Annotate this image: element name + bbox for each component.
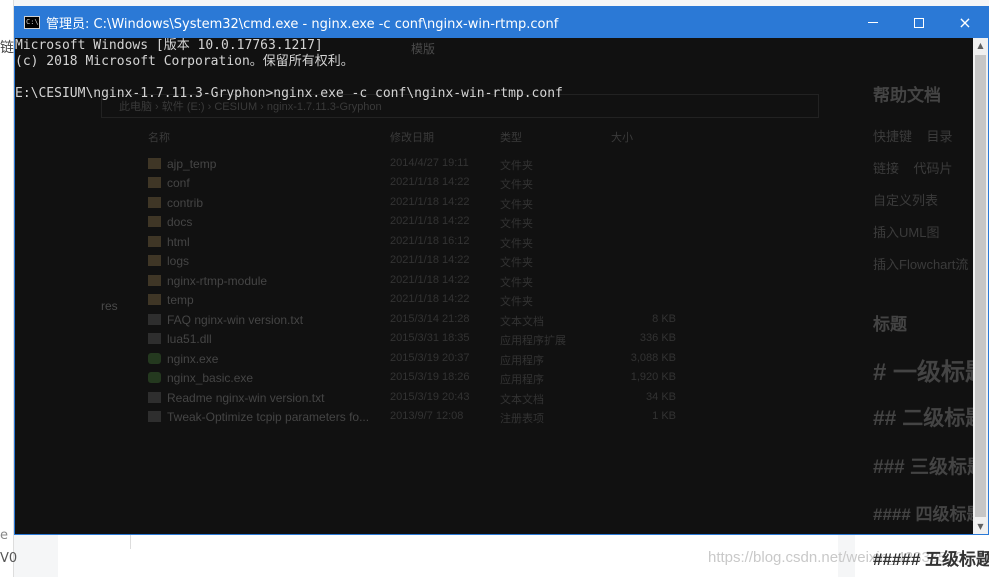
- scroll-up-arrow-icon[interactable]: ▲: [973, 38, 988, 53]
- ghost-help-section: 标题: [873, 315, 907, 334]
- scroll-down-arrow-icon[interactable]: ▼: [973, 519, 988, 534]
- close-button[interactable]: ×: [942, 7, 988, 38]
- ghost-file-row: conf 2021/1/18 14:22 文件夹: [148, 174, 678, 193]
- window-title: 管理员: C:\Windows\System32\cmd.exe - nginx…: [46, 17, 559, 32]
- ghost-heading: # 一级标题: [873, 359, 973, 386]
- ghost-file-row: contrib 2021/1/18 14:22 文件夹: [148, 194, 678, 213]
- background-left-char: e: [0, 528, 8, 543]
- ghost-file-row: Tweak-Optimize tcpip parameters fo... 201…: [148, 408, 678, 427]
- ghost-file-row: logs 2021/1/18 14:22 文件夹: [148, 252, 678, 271]
- ghost-heading: ## 二级标题: [873, 407, 973, 430]
- maximize-button[interactable]: [896, 7, 942, 38]
- background-heading-h5: ##### 五级标题: [873, 550, 989, 569]
- ghost-help-item: 自定义列表: [873, 193, 939, 208]
- console-line: Microsoft Windows [版本 10.0.17763.1217]: [15, 38, 323, 53]
- ghost-file-row: docs 2021/1/18 14:22 文件夹: [148, 213, 678, 232]
- background-divider: [130, 533, 131, 549]
- ghost-file-row: ajp_temp 2014/4/27 19:11 文件夹: [148, 155, 678, 174]
- ghost-sidebar-label: res: [101, 299, 118, 313]
- ghost-help-item: 插入UML图: [873, 225, 940, 240]
- ghost-file-row: nginx-rtmp-module 2021/1/18 14:22 文件夹: [148, 272, 678, 291]
- minimize-button[interactable]: [850, 7, 896, 38]
- ghost-help-item: 链接 代码片: [873, 161, 953, 176]
- ghost-col-size: 大小: [611, 132, 633, 144]
- background-left-char: 链: [0, 40, 14, 56]
- ghost-col-date: 修改日期: [390, 132, 434, 144]
- background-left-char: V0: [0, 551, 18, 566]
- background-left-strip: [0, 0, 14, 577]
- ghost-file-row: nginx_basic.exe 2015/3/19 18:26 应用程序 1,920 …: [148, 369, 678, 388]
- background-explorer-ghost: 模版 此电脑 › 软件 (E:) › CESIUM › nginx-1.7.11…: [15, 38, 973, 534]
- ghost-help-item: 快捷键 目录: [873, 129, 953, 144]
- console-text: Microsoft Windows [版本 10.0.17763.1217] (…: [15, 38, 563, 102]
- ghost-heading: #### 四级标题: [873, 505, 973, 524]
- ghost-help-title: 帮助文档: [873, 86, 941, 105]
- ghost-file-row: temp 2021/1/18 14:22 文件夹: [148, 291, 678, 310]
- minimize-icon: [868, 22, 878, 23]
- ghost-col-type: 类型: [500, 132, 522, 144]
- ghost-file-row: lua51.dll 2015/3/31 18:35 应用程序扩展 336 KB: [148, 330, 678, 349]
- console-output[interactable]: 模版 此电脑 › 软件 (E:) › CESIUM › nginx-1.7.11…: [15, 38, 973, 534]
- scrollbar-thumb[interactable]: [975, 55, 986, 517]
- ghost-file-row: nginx.exe 2015/3/19 20:37 应用程序 3,088 KB: [148, 350, 678, 369]
- console-line: E:\CESIUM\nginx-1.7.11.3-Gryphon>nginx.e…: [15, 86, 563, 101]
- vertical-scrollbar[interactable]: ▲ ▼: [973, 38, 988, 534]
- maximize-icon: [914, 17, 924, 28]
- ghost-file-row: FAQ nginx-win version.txt 2015/3/14 21:28…: [148, 311, 678, 330]
- ghost-file-row: Readme nginx-win version.txt 2015/3/19 20…: [148, 389, 678, 408]
- cmd-window[interactable]: C:\ 管理员: C:\Windows\System32\cmd.exe - n…: [14, 6, 989, 535]
- title-bar[interactable]: C:\ 管理员: C:\Windows\System32\cmd.exe - n…: [15, 7, 988, 38]
- cmd-icon: C:\: [24, 16, 40, 29]
- close-icon: ×: [958, 12, 972, 32]
- ghost-heading: ### 三级标题: [873, 457, 973, 478]
- ghost-file-row: html 2021/1/18 16:12 文件夹: [148, 233, 678, 252]
- console-line: (c) 2018 Microsoft Corporation。保留所有权利。: [15, 54, 354, 69]
- ghost-col-name: 名称: [148, 132, 170, 144]
- ghost-help-item: 插入Flowchart流: [873, 257, 969, 272]
